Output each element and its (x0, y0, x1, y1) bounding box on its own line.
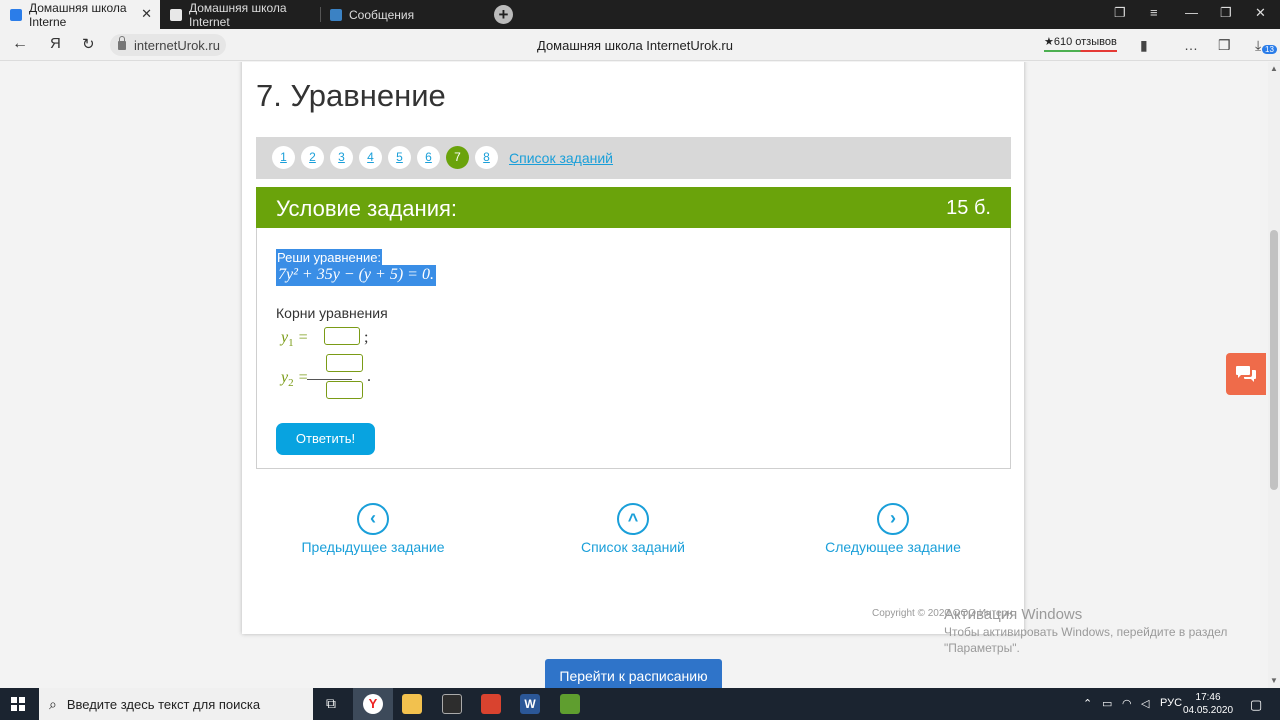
watermark-line1: Чтобы активировать Windows, перейдите в … (944, 625, 1228, 639)
windows-activation-watermark: Активация Windows Чтобы активировать Win… (944, 606, 1227, 656)
language-indicator[interactable]: РУС (1160, 697, 1182, 709)
taskbar-search-box[interactable]: ⌕ Введите здесь текст для поиска (39, 688, 313, 720)
notifications-icon[interactable]: ▢ (1250, 697, 1262, 713)
task-condition-panel: Условие задания: 15 б. Реши уравнение: 7… (256, 187, 1011, 469)
address-bar: ← Я ↻ internetUrok.ru Домашняя школа Int… (0, 29, 1280, 61)
search-icon: ⌕ (49, 695, 57, 712)
browser-tab-bar: Домашняя школа Interne ✕ Домашняя школа … (0, 0, 1280, 29)
tab-messages[interactable]: Сообщения (320, 0, 480, 29)
maximize-icon[interactable]: ❐ (1220, 5, 1232, 21)
pager-item-3[interactable]: 3 (330, 146, 353, 169)
scroll-up-icon[interactable]: ▲ (1270, 64, 1278, 73)
task-list-nav-label: Список заданий (580, 539, 685, 555)
reviews-badge[interactable]: ★610 отзывов (1044, 35, 1117, 52)
page-viewport: 7. Уравнение 1 2 3 4 5 6 7 8 Список зада… (0, 62, 1268, 688)
site-favicon-icon (170, 8, 182, 21)
pager-item-8[interactable]: 8 (475, 146, 498, 169)
pager-item-5[interactable]: 5 (388, 146, 411, 169)
search-placeholder: Введите здесь текст для поиска (66, 696, 261, 712)
battery-icon[interactable]: ▭ (1102, 697, 1112, 710)
clock-date: 04.05.2020 (1183, 705, 1234, 716)
chat-button[interactable] (1226, 353, 1266, 395)
task-equation: 7y² + 35y − (y + 5) = 0. (276, 265, 436, 286)
task-card: 7. Уравнение 1 2 3 4 5 6 7 8 Список зада… (242, 62, 1024, 634)
root2-numerator-input[interactable] (326, 354, 363, 372)
photo-app-icon[interactable] (481, 694, 501, 714)
semicolon: ; (364, 329, 369, 346)
yandex-browser-icon[interactable]: Y (363, 694, 383, 714)
task-points: 15 б. (946, 197, 991, 219)
prev-task-link[interactable]: ‹ Предыдущее задание (273, 503, 473, 555)
collections-icon[interactable]: ❒ (1218, 37, 1231, 54)
chevron-right-icon: › (877, 503, 909, 535)
answer-button[interactable]: Ответить! (276, 423, 375, 455)
schedule-button[interactable]: Перейти к расписанию (545, 659, 722, 688)
chevron-left-icon: ‹ (357, 503, 389, 535)
task-prompt: Реши уравнение: (276, 249, 383, 266)
wifi-icon[interactable]: ◠ (1122, 697, 1132, 710)
pager-item-7-active[interactable]: 7 (446, 146, 469, 169)
next-task-link[interactable]: › Следующее задание (793, 503, 993, 555)
scroll-down-icon[interactable]: ▼ (1270, 676, 1278, 685)
messages-icon (330, 8, 342, 21)
tab-close-icon[interactable]: ✕ (141, 6, 152, 22)
roots-label: Корни уравнения (276, 305, 388, 321)
prev-task-label: Предыдущее задание (301, 539, 445, 555)
minimize-icon[interactable]: — (1185, 5, 1198, 20)
more-icon[interactable]: … (1184, 37, 1198, 53)
task-header-title: Условие задания: (276, 196, 458, 221)
hamburger-menu-icon[interactable]: ≡ (1150, 5, 1158, 20)
tab-label: Сообщения (349, 7, 415, 22)
page-scrollbar[interactable]: ▲ ▼ (1268, 62, 1280, 688)
chat-icon (1236, 366, 1256, 382)
close-window-icon[interactable]: ✕ (1255, 5, 1266, 21)
tabs-menu-icon[interactable]: ❐ (1114, 5, 1126, 21)
windows-start-icon[interactable] (11, 697, 25, 711)
taskbar-clock[interactable]: 17:46 04.05.2020 (1183, 691, 1233, 717)
tab-internetUrok-1[interactable]: Домашняя школа Interne ✕ (0, 0, 160, 29)
root2-label: y2 = (281, 369, 309, 390)
pager-item-2[interactable]: 2 (301, 146, 324, 169)
clock-time: 17:46 (1195, 692, 1221, 703)
scroll-thumb[interactable] (1270, 230, 1278, 490)
calculator-icon[interactable] (442, 694, 462, 714)
root2-sub: 2 (288, 377, 294, 390)
pager-item-4[interactable]: 4 (359, 146, 382, 169)
root2-denominator-input[interactable] (326, 381, 363, 399)
downloads-icon[interactable]: ⤓ (1255, 37, 1261, 54)
period: . (367, 368, 371, 385)
site-favicon-icon (10, 8, 22, 21)
task-pager: 1 2 3 4 5 6 7 8 Список заданий (256, 137, 1011, 179)
watermark-line2: "Параметры". (944, 641, 1020, 655)
task-list-link[interactable]: Список заданий (509, 150, 613, 166)
task-list-nav-link[interactable]: ^ Список заданий (533, 503, 733, 555)
pager-item-1[interactable]: 1 (272, 146, 295, 169)
file-explorer-icon[interactable] (402, 694, 422, 714)
app-stack-icon[interactable] (560, 694, 580, 714)
tab-internetUrok-2[interactable]: Домашняя школа Internet (160, 0, 320, 29)
new-tab-plus-icon[interactable]: + (494, 5, 513, 24)
root1-input[interactable] (324, 327, 360, 345)
root1-label: y1 = (281, 329, 309, 350)
fraction-bar (307, 379, 352, 380)
volume-icon[interactable]: ◁ (1141, 697, 1149, 710)
pager-item-6[interactable]: 6 (417, 146, 440, 169)
show-hidden-icons-icon[interactable]: ⌃ (1083, 697, 1092, 710)
windows-taskbar: ⌕ Введите здесь текст для поиска ⧉ Y W ⌃… (0, 688, 1280, 720)
next-task-label: Следующее задание (825, 539, 961, 555)
task-view-icon[interactable]: ⧉ (326, 695, 336, 712)
notification-count-badge: 13 (1262, 45, 1277, 54)
chevron-up-icon: ^ (617, 503, 649, 535)
task-header: Условие задания: 15 б. (256, 187, 1011, 228)
tab-label: Домашняя школа Internet (189, 0, 287, 29)
bookmark-icon[interactable]: ▮ (1140, 37, 1148, 54)
word-icon[interactable]: W (520, 694, 540, 714)
page-heading: 7. Уравнение (256, 78, 446, 113)
watermark-title: Активация Windows (944, 606, 1083, 623)
root1-sub: 1 (288, 337, 294, 350)
